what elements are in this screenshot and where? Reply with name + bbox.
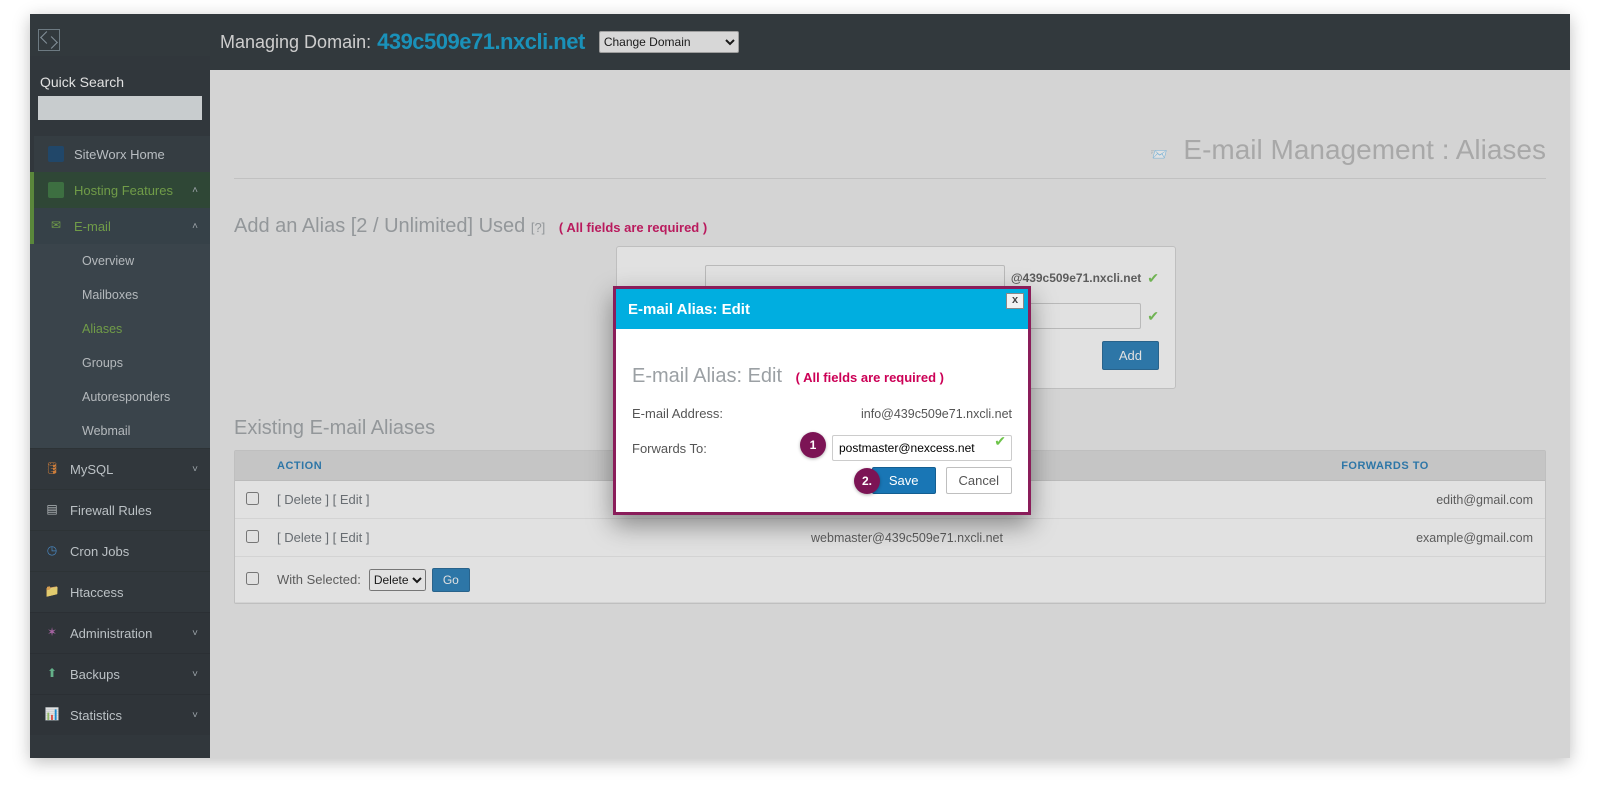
page-title: 📨 E-mail Management : Aliases: [1150, 134, 1546, 166]
add-alias-usage: [2 / Unlimited] Used: [351, 215, 526, 237]
delete-link[interactable]: [ Delete ]: [277, 530, 329, 545]
logo-broken-image: [38, 29, 60, 51]
caret-icon: ˅: [192, 710, 198, 721]
edit-link[interactable]: [ Edit ]: [333, 530, 370, 545]
required-fields-note: ( All fields are required ): [559, 220, 707, 235]
bulk-action-label: With Selected:: [277, 572, 361, 587]
dialog-heading-text: E-mail Alias: Edit: [632, 365, 782, 387]
add-alias-prefix: Add an Alias: [234, 215, 351, 237]
dialog-title: E-mail Alias: Edit: [628, 301, 750, 318]
forwards-to-label: Forwards To:: [632, 441, 707, 456]
email-address-label: E-mail Address:: [632, 406, 723, 421]
nav-label: Htaccess: [70, 585, 123, 600]
save-button[interactable]: Save: [872, 467, 936, 494]
nav-email-overview[interactable]: Overview: [30, 244, 210, 278]
nav-firewall[interactable]: ▤ Firewall Rules: [30, 489, 210, 530]
caret-icon: ˅: [192, 669, 198, 680]
dialog-heading: E-mail Alias: Edit ( All fields are requ…: [632, 365, 1012, 388]
backups-icon: ⬆: [44, 666, 60, 682]
valid-check-icon: ✔: [1147, 308, 1159, 325]
add-button[interactable]: Add: [1102, 341, 1159, 370]
mysql-icon: 🛢: [44, 461, 60, 477]
nav-cron[interactable]: ◷ Cron Jobs: [30, 530, 210, 571]
nav-statistics[interactable]: 📊 Statistics ˅: [30, 694, 210, 735]
nav-label: Statistics: [70, 708, 122, 723]
page-header: 📨 E-mail Management : Aliases: [234, 94, 1546, 179]
row-forwards: example@gmail.com: [1225, 531, 1545, 545]
email-alias-edit-dialog: E-mail Alias: Edit x E-mail Alias: Edit …: [613, 286, 1031, 515]
managing-domain-label: Managing Domain:: [220, 32, 371, 53]
forwards-to-input[interactable]: [832, 435, 1012, 461]
page-title-text: E-mail Management : Aliases: [1183, 134, 1546, 165]
email-icon: ✉: [48, 218, 64, 234]
nav-email-mailboxes[interactable]: Mailboxes: [30, 278, 210, 312]
nav-label: SiteWorx Home: [74, 147, 165, 162]
caret-icon: ˅: [192, 464, 198, 475]
home-icon: [48, 146, 64, 162]
nav-email[interactable]: ✉ E-mail ˄: [30, 208, 210, 244]
nav-backups[interactable]: ⬆ Backups ˅: [30, 653, 210, 694]
quick-search-input[interactable]: [38, 96, 202, 120]
topbar: Managing Domain: 439c509e71.nxcli.net Ch…: [30, 14, 1570, 70]
caret-icon: ˄: [192, 221, 198, 232]
statistics-icon: 📊: [44, 707, 60, 723]
nav-hosting-features[interactable]: Hosting Features ˄: [30, 172, 210, 208]
sidebar: Quick Search SiteWorx Home Hosting Featu…: [30, 56, 210, 758]
th-action: ACTION: [269, 460, 589, 472]
change-domain-select[interactable]: Change Domain: [599, 31, 739, 53]
th-forwards: FORWARDS TO: [1225, 460, 1545, 472]
nav-htaccess[interactable]: 📁 Htaccess: [30, 571, 210, 612]
nav-label: Cron Jobs: [70, 544, 129, 559]
help-icon[interactable]: [?]: [531, 220, 545, 235]
dialog-body: E-mail Alias: Edit ( All fields are requ…: [616, 329, 1028, 512]
admin-icon: ✶: [44, 625, 60, 641]
nav-email-aliases[interactable]: Aliases: [30, 312, 210, 346]
required-fields-note: ( All fields are required ): [796, 370, 944, 385]
email-address-value: info@439c509e71.nxcli.net: [861, 407, 1012, 421]
row-email: webmaster@439c509e71.nxcli.net: [589, 531, 1225, 545]
caret-icon: ˅: [192, 628, 198, 639]
bulk-action-select[interactable]: Delete: [369, 569, 426, 591]
go-button[interactable]: Go: [432, 568, 470, 592]
forwards-to-field: Forwards To: ✔ 1: [632, 435, 1012, 461]
active-domain: 439c509e71.nxcli.net: [377, 29, 585, 55]
nav-label: E-mail: [74, 219, 111, 234]
htaccess-icon: 📁: [44, 584, 60, 600]
quick-search-label: Quick Search: [30, 70, 210, 96]
row-forwards: edith@gmail.com: [1225, 493, 1545, 507]
table-row: [ Delete ] [ Edit ] webmaster@439c509e71…: [235, 519, 1545, 557]
nav-email-groups[interactable]: Groups: [30, 346, 210, 380]
valid-check-icon: ✔: [994, 433, 1006, 450]
cron-icon: ◷: [44, 543, 60, 559]
nav-label: MySQL: [70, 462, 113, 477]
dialog-titlebar: E-mail Alias: Edit x: [616, 289, 1028, 329]
hosting-icon: [48, 182, 64, 198]
add-alias-section-title: Add an Alias [2 / Unlimited] Used [?] ( …: [234, 215, 1546, 238]
nav-administration[interactable]: ✶ Administration ˅: [30, 612, 210, 653]
row-checkbox[interactable]: [246, 530, 259, 543]
nav-email-webmail[interactable]: Webmail: [30, 414, 210, 448]
nav-siteworx-home[interactable]: SiteWorx Home: [30, 136, 210, 172]
email-address-field: E-mail Address: info@439c509e71.nxcli.ne…: [632, 406, 1012, 421]
nav-label: Hosting Features: [74, 183, 173, 198]
annotation-1: 1: [800, 432, 826, 458]
nav-label: Administration: [70, 626, 152, 641]
nav-label: Firewall Rules: [70, 503, 152, 518]
delete-link[interactable]: [ Delete ]: [277, 492, 329, 507]
domain-suffix: @439c509e71.nxcli.net: [1011, 271, 1141, 285]
close-icon[interactable]: x: [1006, 293, 1024, 309]
dialog-actions: 2. Save Cancel: [632, 467, 1012, 494]
edit-link[interactable]: [ Edit ]: [333, 492, 370, 507]
mail-icon: 📨: [1150, 146, 1167, 162]
nav-mysql[interactable]: 🛢 MySQL ˅: [30, 448, 210, 489]
bulk-action-row: With Selected: Delete Go: [235, 557, 1545, 603]
select-all-checkbox[interactable]: [246, 572, 259, 585]
cancel-button[interactable]: Cancel: [946, 467, 1012, 494]
valid-check-icon: ✔: [1147, 270, 1159, 287]
nav-label: Backups: [70, 667, 120, 682]
row-checkbox[interactable]: [246, 492, 259, 505]
firewall-icon: ▤: [44, 502, 60, 518]
caret-icon: ˄: [192, 185, 198, 196]
nav-email-autoresponders[interactable]: Autoresponders: [30, 380, 210, 414]
